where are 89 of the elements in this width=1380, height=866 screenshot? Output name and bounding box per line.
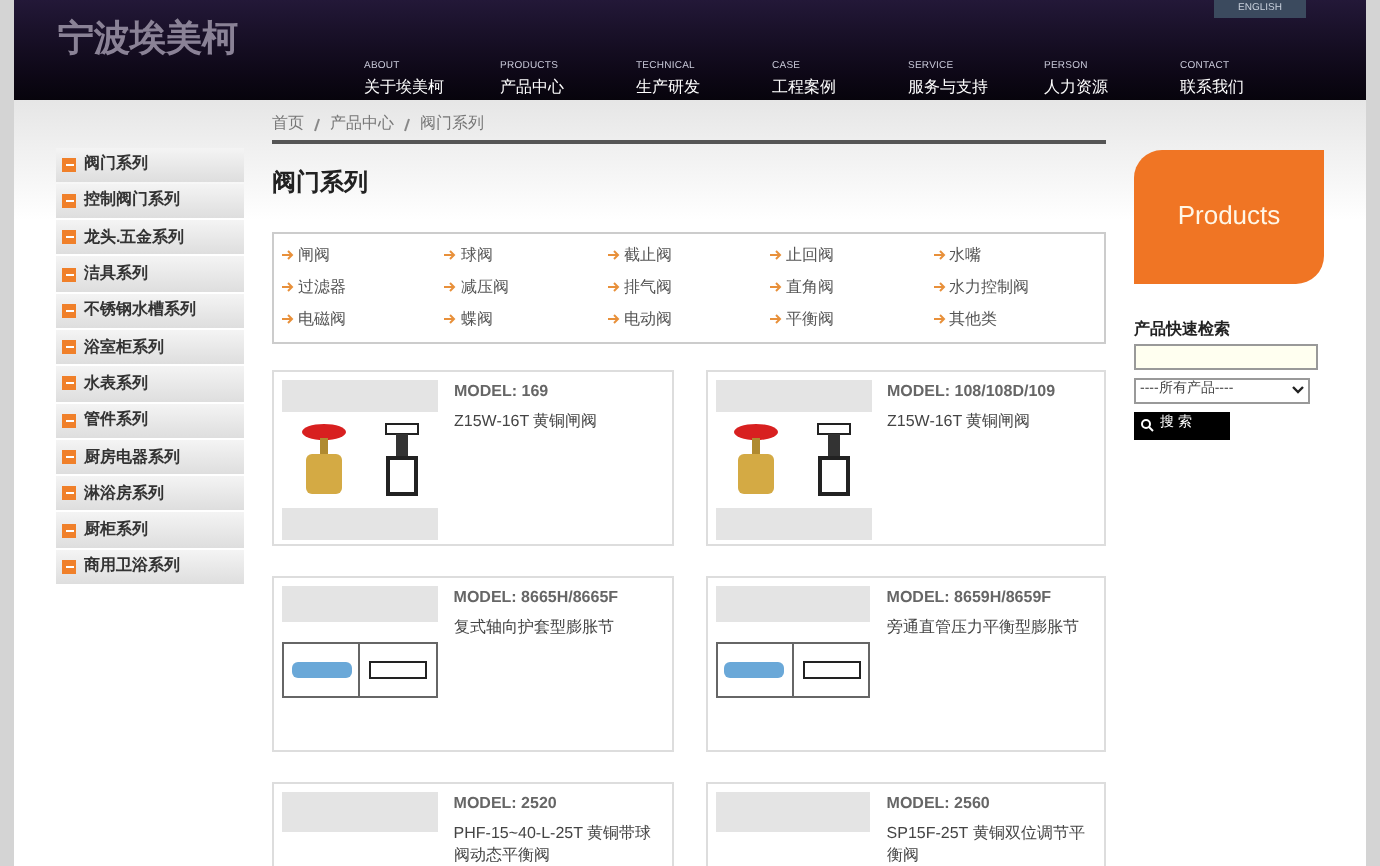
category-link[interactable]: 水嘴 — [933, 239, 1096, 271]
breadcrumb-link[interactable]: 产品中心 — [330, 111, 394, 135]
minus-icon — [62, 376, 76, 391]
product-model: MODEL: 108/108D/109 — [887, 379, 1058, 403]
arrow-icon — [282, 250, 294, 260]
minus-icon — [62, 230, 76, 245]
minus-icon — [62, 193, 76, 208]
arrow-icon — [933, 282, 946, 292]
category-link[interactable]: 闸阀 — [282, 239, 445, 271]
chevron-down-icon — [1292, 386, 1304, 394]
minus-icon — [62, 486, 76, 501]
product-card[interactable]: MODEL: 8659H/8659F 旁通直管压力平衡型膨胀节 — [705, 575, 1106, 751]
arrow-icon — [607, 314, 620, 324]
category-link[interactable]: 直角阀 — [770, 271, 934, 303]
category-link[interactable]: 其他类 — [933, 303, 1096, 335]
product-name: 旁通直管压力平衡型膨胀节 — [886, 615, 1081, 637]
minus-icon — [62, 340, 76, 355]
search-label: 产品快速检索 — [1134, 317, 1232, 341]
sidebar-item[interactable]: 厨柜系列 — [56, 512, 244, 548]
breadcrumb-link[interactable]: 阀门系列 — [420, 111, 484, 135]
minus-icon — [62, 450, 76, 465]
arrow-icon — [282, 282, 294, 292]
arrow-icon — [933, 250, 946, 260]
product-model: MODEL: 169 — [454, 379, 551, 403]
search-field[interactable] — [1134, 343, 1318, 369]
sidebar-item[interactable]: 洁具系列 — [56, 256, 244, 292]
sidebar-item[interactable]: 管件系列 — [56, 403, 244, 438]
sidebar-item[interactable]: 商用卫浴系列 — [56, 549, 244, 585]
pipe-joint-drawing — [724, 659, 785, 679]
sidebar-item[interactable]: 厨房电器系列 — [56, 439, 244, 475]
page-title: 阀门系列 — [272, 165, 370, 199]
product-model: MODEL: 8665H/8665F — [453, 585, 621, 609]
product-card[interactable]: MODEL: 8665H/8665F 复式轴向护套型膨胀节 — [272, 575, 673, 751]
breadcrumb-link[interactable]: 首页 — [272, 111, 304, 135]
minus-icon — [62, 559, 76, 574]
slash-icon — [404, 117, 410, 131]
category-link[interactable]: 过滤器 — [282, 271, 445, 303]
minus-icon — [62, 267, 76, 282]
arrow-icon — [770, 250, 783, 260]
sidebar-item[interactable]: 控制阀门系列 — [56, 183, 244, 219]
sidebar-item[interactable]: 水表系列 — [56, 366, 244, 402]
product-card[interactable]: MODEL: 169 Z15W-16T 黄铜闸阀 — [272, 369, 673, 545]
pipe-diagram-drawing — [801, 657, 862, 681]
slash-icon — [314, 117, 320, 131]
arrow-icon — [607, 282, 620, 292]
product-model: MODEL: 2560 — [886, 791, 992, 815]
arrow-icon — [933, 314, 946, 324]
product-card[interactable]: MODEL: 108/108D/109 Z15W-16T 黄铜闸阀 — [705, 369, 1106, 545]
sidebar-item[interactable]: 淋浴房系列 — [56, 476, 244, 511]
minus-icon — [62, 157, 76, 172]
products-banner: Products — [1134, 149, 1324, 283]
sidebar-item[interactable]: 不锈钢水槽系列 — [56, 293, 244, 328]
category-link[interactable]: 止回阀 — [770, 239, 934, 271]
valve-drawing — [728, 419, 784, 499]
search-icon — [1140, 418, 1154, 432]
site-logo: 宁波埃美柯 — [58, 16, 238, 62]
arrow-icon — [444, 250, 457, 260]
minus-icon — [62, 413, 76, 428]
product-card[interactable]: MODEL: 2520 PHF-15~40-L-25T 黄铜带球阀动态平衡阀 — [272, 781, 673, 866]
category-link[interactable]: 排气阀 — [607, 271, 771, 303]
product-model: MODEL: 8659H/8659F — [886, 585, 1054, 609]
minus-icon — [62, 303, 76, 318]
sidebar-item[interactable]: 龙头.五金系列 — [56, 220, 244, 255]
product-name: SP15F-25T 黄铜双位调节平衡阀 — [886, 821, 1087, 865]
product-model: MODEL: 2520 — [453, 791, 559, 815]
arrow-icon — [444, 282, 457, 292]
arrow-icon — [770, 314, 783, 324]
category-link[interactable]: 电磁阀 — [282, 303, 445, 335]
category-link[interactable]: 平衡阀 — [770, 303, 934, 335]
arrow-icon — [282, 314, 294, 324]
category-link[interactable]: 水力控制阀 — [933, 271, 1096, 303]
pipe-diagram-drawing — [368, 657, 429, 681]
product-name: PHF-15~40-L-25T 黄铜带球阀动态平衡阀 — [453, 821, 654, 865]
sidebar-item[interactable]: 阀门系列 — [56, 147, 244, 182]
category-link[interactable]: 截止阀 — [607, 239, 771, 271]
product-name: 复式轴向护套型膨胀节 — [453, 615, 616, 637]
arrow-icon — [444, 314, 457, 324]
category-link[interactable]: 蝶阀 — [444, 303, 608, 335]
arrow-icon — [770, 282, 783, 292]
minus-icon — [62, 523, 76, 538]
product-card[interactable]: MODEL: 2560 SP15F-25T 黄铜双位调节平衡阀 — [705, 781, 1106, 866]
sidebar-item[interactable]: 浴室柜系列 — [56, 329, 244, 365]
category-link[interactable]: 电动阀 — [607, 303, 771, 335]
product-name: Z15W-16T 黄铜闸阀 — [887, 409, 1033, 431]
category-link[interactable]: 减压阀 — [444, 271, 608, 303]
arrow-icon — [607, 250, 620, 260]
category-link[interactable]: 球阀 — [444, 239, 608, 271]
pipe-joint-drawing — [291, 659, 352, 679]
product-name: Z15W-16T 黄铜闸阀 — [454, 409, 600, 431]
